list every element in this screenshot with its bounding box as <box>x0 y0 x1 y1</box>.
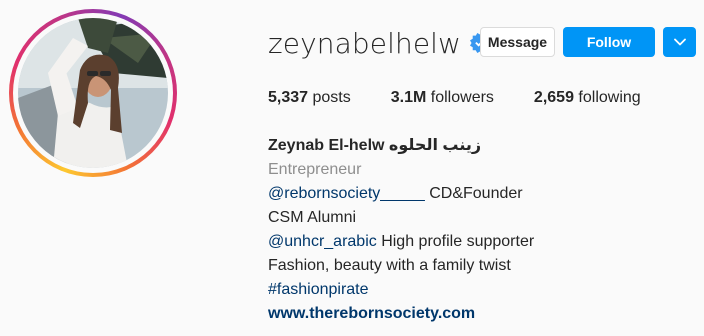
following-stat[interactable]: 2,659 following <box>534 89 641 107</box>
website-link[interactable]: www.therebornsociety.com <box>268 302 534 326</box>
followers-stat[interactable]: 3.1M followers <box>391 89 494 107</box>
bio-text: High profile supporter <box>376 233 535 250</box>
followers-count: 3.1M <box>390 89 427 106</box>
followers-label: followers <box>430 89 494 106</box>
avatar-photo-image <box>18 18 168 168</box>
message-button[interactable]: Message <box>480 27 555 57</box>
bio-line: CSM Alumni <box>268 209 357 226</box>
follow-button[interactable]: Follow <box>563 27 655 57</box>
avatar[interactable] <box>18 18 168 168</box>
bio-text: CD&Founder <box>424 185 523 202</box>
profile-header: zeynabelhelw <box>268 26 491 60</box>
suggested-accounts-dropdown-button[interactable] <box>663 27 696 57</box>
username: zeynabelhelw <box>268 26 462 60</box>
following-label: following <box>578 89 641 106</box>
profile-stats: 5,337 posts 3.1M followers 2,659 followi… <box>268 89 681 107</box>
bio-line: @unhcr_arabic High profile supporter <box>268 230 534 254</box>
bio-line: Fashion, beauty with a family twist <box>268 257 511 274</box>
posts-stat: 5,337 posts <box>268 89 351 107</box>
mention-link[interactable]: @rebornsociety_____ <box>268 185 425 202</box>
bio-line: @rebornsociety_____ CD&Founder <box>268 182 534 206</box>
bio-line: #fashionpirate <box>268 278 534 302</box>
posts-count: 5,337 <box>268 89 309 106</box>
full-name: Zeynab El-helw زينب الحلوه <box>268 137 482 154</box>
category-label: Entrepreneur <box>268 161 362 178</box>
profile-avatar-story-ring[interactable] <box>9 9 177 177</box>
hashtag-link[interactable]: #fashionpirate <box>268 281 369 298</box>
avatar-gap <box>13 13 173 173</box>
chevron-down-icon <box>673 38 686 46</box>
profile-bio: Zeynab El-helw زينب الحلوه Entrepreneur … <box>268 134 534 326</box>
posts-label: posts <box>312 89 351 106</box>
following-count: 2,659 <box>533 89 574 106</box>
mention-link[interactable]: @unhcr_arabic <box>268 233 377 250</box>
